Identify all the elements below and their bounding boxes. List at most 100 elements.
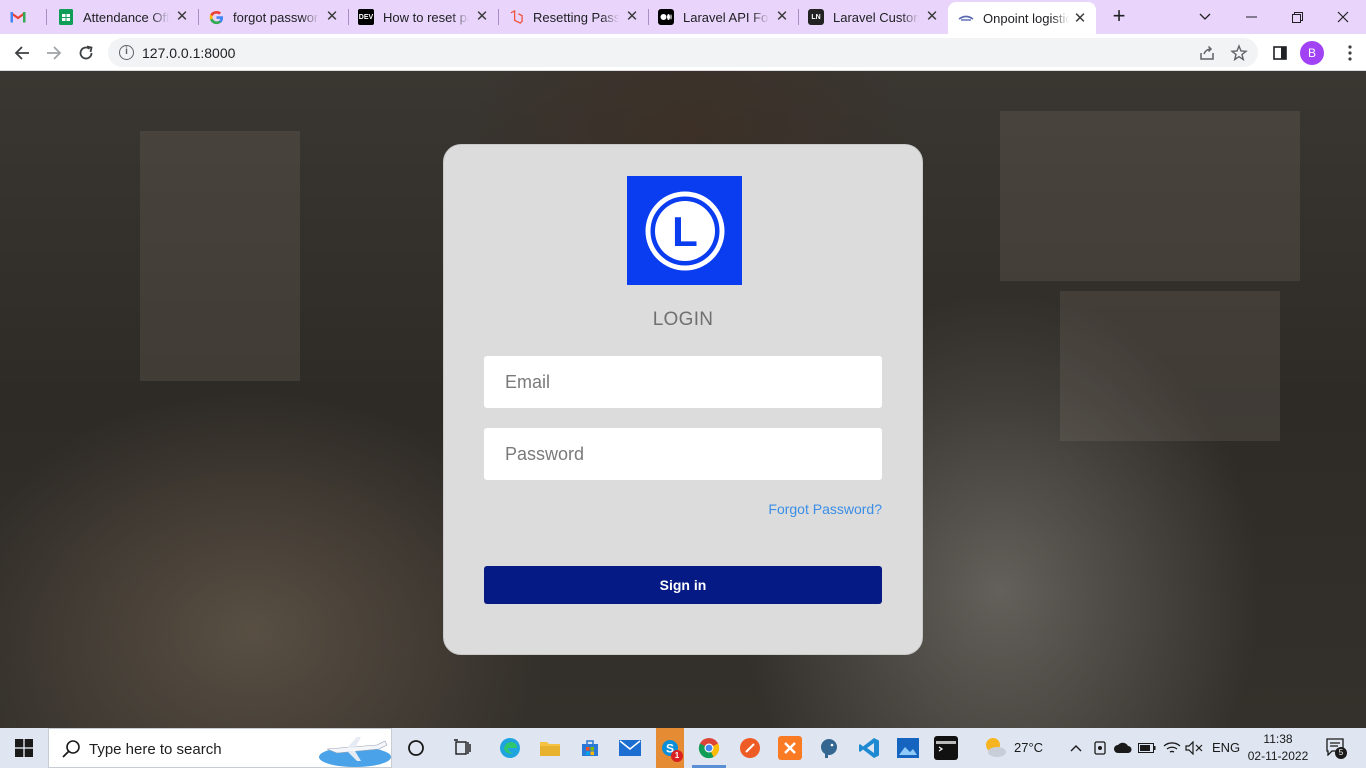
vscode-icon bbox=[859, 738, 879, 758]
close-icon[interactable]: ✕ bbox=[924, 9, 940, 25]
minimize-button[interactable] bbox=[1228, 0, 1274, 34]
close-icon[interactable]: ✕ bbox=[474, 9, 490, 25]
address-bar[interactable]: i 127.0.0.1:8000 bbox=[108, 38, 1258, 67]
store-app[interactable] bbox=[578, 736, 602, 760]
close-window-button[interactable] bbox=[1320, 0, 1366, 34]
browser-toolbar: i 127.0.0.1:8000 B bbox=[0, 34, 1366, 71]
terminal-app[interactable] bbox=[934, 736, 958, 760]
tab-attendance[interactable]: Attendance Offi ✕ bbox=[48, 0, 198, 34]
file-explorer-app[interactable] bbox=[538, 736, 562, 760]
close-icon[interactable]: ✕ bbox=[774, 9, 790, 25]
tab-title: Laravel API Forg bbox=[683, 9, 769, 25]
volume-muted-icon bbox=[1185, 741, 1203, 755]
edge-app[interactable] bbox=[498, 736, 522, 760]
network-button[interactable] bbox=[1160, 736, 1184, 760]
show-hidden-icons-button[interactable] bbox=[1064, 736, 1088, 760]
tab-laravel-custom[interactable]: LN Laravel Custom ✕ bbox=[798, 0, 948, 34]
airplane-illustration-icon bbox=[319, 737, 391, 767]
battery-button[interactable] bbox=[1135, 736, 1159, 760]
close-icon[interactable]: ✕ bbox=[624, 9, 640, 25]
side-panel-button[interactable] bbox=[1266, 39, 1294, 67]
arrow-left-icon bbox=[14, 46, 29, 60]
skype-badge: 1 bbox=[671, 750, 683, 762]
taskbar-search[interactable]: Type here to search bbox=[48, 728, 392, 768]
tab-laravel-resetting[interactable]: Resetting Passw ✕ bbox=[498, 0, 648, 34]
cortana-button[interactable] bbox=[404, 736, 428, 760]
close-icon bbox=[1337, 11, 1349, 23]
xampp-app[interactable] bbox=[778, 736, 802, 760]
photos-icon bbox=[897, 738, 919, 758]
tab-title: forgot password bbox=[233, 9, 319, 25]
chrome-app[interactable] bbox=[697, 736, 721, 760]
mail-icon bbox=[619, 740, 641, 756]
postman-app[interactable] bbox=[738, 736, 762, 760]
laravel-news-icon: LN bbox=[808, 9, 824, 25]
task-view-button[interactable] bbox=[451, 736, 475, 760]
reload-icon bbox=[79, 45, 93, 60]
background-photo-window bbox=[140, 131, 300, 381]
close-icon[interactable]: ✕ bbox=[174, 9, 190, 25]
postgresql-app[interactable] bbox=[817, 736, 841, 760]
tab-forgot-password[interactable]: forgot password ✕ bbox=[198, 0, 348, 34]
tab-search-button[interactable] bbox=[1182, 0, 1228, 34]
cortana-circle-icon bbox=[408, 740, 424, 756]
weather-widget[interactable] bbox=[982, 734, 1008, 760]
windows-taskbar: Type here to search S 1 27°C ENG 11:38 0… bbox=[0, 728, 1366, 768]
tab-title: Laravel Custom bbox=[833, 9, 919, 25]
system-clock[interactable]: 11:38 02-11-2022 bbox=[1242, 731, 1314, 765]
meet-now-button[interactable] bbox=[1088, 736, 1112, 760]
vscode-app[interactable] bbox=[857, 736, 881, 760]
start-button[interactable] bbox=[0, 728, 48, 768]
notification-count: 5 bbox=[1335, 747, 1347, 759]
close-icon[interactable]: ✕ bbox=[324, 9, 340, 25]
bookmark-star-icon[interactable] bbox=[1230, 44, 1248, 62]
background-photo-window bbox=[1000, 111, 1300, 281]
tab-dev-reset[interactable]: DEV How to reset pa ✕ bbox=[348, 0, 498, 34]
weather-temperature: 27°C bbox=[1014, 740, 1044, 755]
battery-icon bbox=[1138, 743, 1156, 753]
action-center-button[interactable]: 5 bbox=[1326, 738, 1347, 759]
skype-app[interactable]: S 1 bbox=[656, 728, 684, 768]
postman-icon bbox=[740, 738, 760, 758]
arrow-right-icon bbox=[47, 46, 62, 60]
close-icon[interactable]: ✕ bbox=[1072, 11, 1088, 27]
sign-in-button[interactable]: Sign in bbox=[484, 566, 882, 604]
email-field[interactable] bbox=[484, 356, 882, 408]
laravel-icon bbox=[508, 9, 524, 25]
cloud-icon bbox=[1114, 742, 1132, 753]
site-info-icon[interactable]: i bbox=[119, 45, 134, 60]
photos-app[interactable] bbox=[896, 736, 920, 760]
tab-title: Onpoint logistic bbox=[983, 10, 1069, 26]
back-button[interactable] bbox=[8, 39, 36, 67]
logo-letter: L bbox=[672, 208, 698, 255]
clock-time: 11:38 bbox=[1263, 732, 1293, 746]
browser-menu-button[interactable] bbox=[1336, 39, 1364, 67]
medium-icon bbox=[658, 9, 674, 25]
onpoint-icon bbox=[958, 10, 974, 26]
tab-onpoint-active[interactable]: Onpoint logistic ✕ bbox=[948, 2, 1096, 34]
kebab-menu-icon bbox=[1348, 45, 1352, 61]
volume-button[interactable] bbox=[1182, 736, 1206, 760]
store-icon bbox=[582, 740, 598, 756]
login-card: L LOGIN Forgot Password? Sign in bbox=[443, 144, 923, 655]
restore-icon bbox=[1291, 11, 1303, 23]
google-icon bbox=[208, 9, 224, 25]
input-language[interactable]: ENG bbox=[1212, 740, 1240, 755]
terminal-icon bbox=[936, 741, 956, 752]
tab-separator bbox=[46, 9, 47, 25]
login-page: L LOGIN Forgot Password? Sign in bbox=[0, 71, 1366, 728]
reload-button[interactable] bbox=[72, 39, 100, 67]
url-text: 127.0.0.1:8000 bbox=[142, 45, 236, 61]
forward-button[interactable] bbox=[40, 39, 68, 67]
chevron-down-icon bbox=[1199, 13, 1211, 20]
onedrive-button[interactable] bbox=[1111, 736, 1135, 760]
forgot-password-link[interactable]: Forgot Password? bbox=[768, 501, 882, 517]
mail-app[interactable] bbox=[618, 736, 642, 760]
tab-gmail[interactable] bbox=[0, 0, 46, 34]
share-icon[interactable] bbox=[1198, 44, 1216, 62]
profile-avatar[interactable]: B bbox=[1300, 41, 1324, 65]
tab-laravel-api[interactable]: Laravel API Forg ✕ bbox=[648, 0, 798, 34]
restore-button[interactable] bbox=[1274, 0, 1320, 34]
new-tab-button[interactable]: + bbox=[1108, 5, 1130, 28]
password-field[interactable] bbox=[484, 428, 882, 480]
